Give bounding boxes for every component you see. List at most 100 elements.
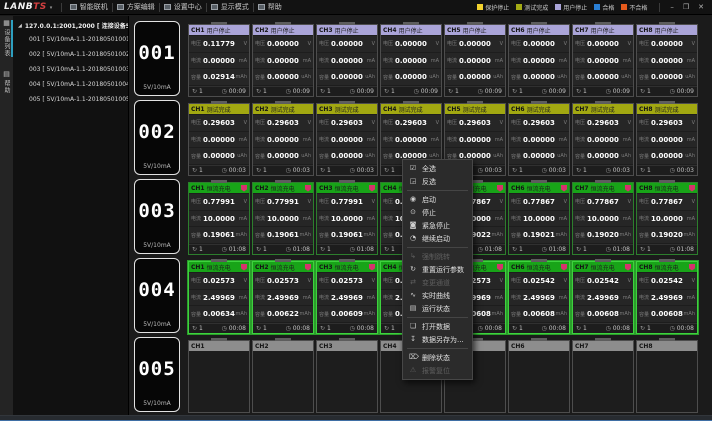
channel-card[interactable]: CH2恒流充电电压0.77991V电流10.0000mA容量0.19061mAh… (252, 182, 314, 255)
device-tile[interactable]: 0055V/10mA (134, 337, 180, 412)
tree-item-device-4[interactable]: 004 [ 5V/10mA-1.1-20180501004 ] (13, 77, 128, 92)
device-tile[interactable]: 0035V/10mA (134, 179, 180, 254)
channel-card[interactable]: CH8测试完成电压0.29603V电流0.00000mA容量0.00000uAh… (636, 103, 698, 176)
voltage-row-unit: V (308, 120, 311, 126)
cycle-icon: ↻ (192, 325, 197, 332)
maximize-button[interactable]: ❒ (683, 4, 689, 11)
tree-root-node[interactable]: ◢ 127.0.0.1:2001,2000 [ 连接设备5 台 ] (13, 19, 128, 32)
channel-readings: 电压0.29603V电流0.00000mA容量0.00000uAh (573, 114, 633, 165)
channel-card[interactable]: CH3 (316, 340, 378, 413)
channel-card[interactable]: CH2测试完成电压0.29603V电流0.00000mA容量0.00000uAh… (252, 103, 314, 176)
clock-icon: ◷ (285, 325, 290, 332)
context-menu-item[interactable]: ☑全选 (403, 162, 472, 175)
channel-card[interactable]: CH6用户停止电压0.00000V电流0.00000mA容量0.00000uAh… (508, 24, 570, 97)
menu-smart-link[interactable]: 智能联机 (66, 0, 112, 15)
capacity-row: 容量0.19020mAh (573, 227, 633, 243)
context-menu-item[interactable]: ◔继续启动 (403, 232, 472, 245)
capacity-row-unit: mAh (364, 232, 375, 238)
voltage-row: 电压0.02573V (189, 273, 249, 289)
context-menu-item[interactable]: ↻重置运行参数 (403, 263, 472, 276)
channel-card[interactable]: CH3恒流充电电压0.02573V电流2.49969mA容量0.00609mAh… (316, 261, 378, 334)
close-button[interactable]: ✕ (698, 4, 704, 11)
channel-header: CH3 (317, 341, 377, 351)
device-tile[interactable]: 0025V/10mA (134, 100, 180, 175)
tree-item-device-3[interactable]: 003 [ 5V/10mA-1.1-20180501003 ] (13, 62, 128, 77)
channel-card[interactable]: CH1恒流充电电压0.77991V电流10.0000mA容量0.19061mAh… (188, 182, 250, 255)
channel-card[interactable]: CH8 (636, 340, 698, 413)
channel-card[interactable]: CH7测试完成电压0.29603V电流0.00000mA容量0.00000uAh… (572, 103, 634, 176)
voltage-row-label: 电压 (639, 277, 649, 284)
channel-header: CH8 (637, 341, 697, 351)
context-menu-item[interactable]: ◉启动 (403, 193, 472, 206)
app-logo[interactable]: LANBTS ▾ (4, 2, 53, 12)
channel-card[interactable]: CH1 (188, 340, 250, 413)
channel-card[interactable]: CH6测试完成电压0.29603V电流0.00000mA容量0.00000uAh… (508, 103, 570, 176)
channel-card[interactable]: CH7恒流充电电压0.77867V电流10.0000mA容量0.19020mAh… (572, 182, 634, 255)
tab-device-list[interactable]: ▦设备列表 (2, 20, 11, 57)
tab-help[interactable]: ▤帮助 (2, 71, 11, 94)
channel-card[interactable]: CH4用户停止电压0.00000V电流0.00000mA容量0.00000uAh… (380, 24, 442, 97)
current-row-label: 电流 (447, 136, 457, 143)
context-menu-item[interactable]: ◙紧急停止 (403, 219, 472, 232)
menu-display-mode[interactable]: 显示模式 (207, 0, 253, 15)
voltage-row-unit: V (628, 278, 631, 284)
elapsed-time: ◷00:03 (605, 167, 630, 174)
capacity-row-unit: mAh (556, 232, 567, 238)
channel-name: CH1 (191, 343, 205, 350)
time-value: 00:09 (421, 88, 438, 95)
current-row: 电流0.00000mA (445, 132, 505, 148)
menu-settings[interactable]: 设置中心 (160, 0, 206, 15)
cycle-count: ↻1 (256, 325, 267, 332)
context-menu-item[interactable]: ▤运行状态 (403, 302, 472, 315)
channel-card[interactable]: CH7恒流充电电压0.02542V电流2.49969mA容量0.00608mAh… (572, 261, 634, 334)
channel-footer: ↻1◷00:09 (573, 86, 633, 96)
menu-bar: 智能联机方案编辑设置中心显示模式帮助 (66, 0, 286, 15)
context-menu-item[interactable]: ⌦删除状态 (403, 351, 472, 364)
menu-plan-edit[interactable]: 方案编辑 (113, 0, 159, 15)
voltage-row-unit: V (436, 120, 439, 126)
channel-footer: ↻1◷00:03 (637, 165, 697, 175)
card-top-nub (659, 180, 675, 183)
channel-card[interactable]: CH6恒流充电电压0.02542V电流2.49969mA容量0.00608mAh… (508, 261, 570, 334)
channel-card[interactable]: CH2 (252, 340, 314, 413)
cycle-value: 1 (391, 325, 395, 332)
channel-card[interactable]: CH2恒流充电电压0.02573V电流2.49969mA容量0.00622mAh… (252, 261, 314, 334)
clock-icon: ◷ (477, 88, 482, 95)
channel-card[interactable]: CH1测试完成电压0.29603V电流0.00000mA容量0.00000uAh… (188, 103, 250, 176)
channel-card[interactable]: CH6 (508, 340, 570, 413)
channel-card[interactable]: CH8恒流充电电压0.77867V电流10.0000mA容量0.19020mAh… (636, 182, 698, 255)
channel-status: 恒流充电 (655, 184, 679, 193)
tree-item-device-5[interactable]: 005 [ 5V/10mA-1.1-20180501005 ] (13, 92, 128, 107)
channel-card[interactable]: CH3用户停止电压0.00000V电流0.00000mA容量0.00000uAh… (316, 24, 378, 97)
tree-item-device-1[interactable]: 001 [ 5V/10mA-1.1-20180501001 ] (13, 32, 128, 47)
context-menu-item[interactable]: ◲反选 (403, 175, 472, 188)
voltage-row: 电压0.29603V (445, 115, 505, 131)
tree-expander-icon[interactable]: ◢ (18, 23, 22, 29)
context-menu-item[interactable]: ❏打开数据 (403, 320, 472, 333)
channel-header: CH3恒流充电 (317, 183, 377, 193)
channel-card[interactable]: CH1用户停止电压0.11779V电流0.00000mA容量0.02914mAh… (188, 24, 250, 97)
minimize-button[interactable]: – (670, 4, 674, 11)
channel-card[interactable]: CH6恒流充电电压0.77867V电流10.0000mA容量0.19021mAh… (508, 182, 570, 255)
channel-card[interactable]: CH7 (572, 340, 634, 413)
channel-card[interactable]: CH3恒流充电电压0.77991V电流10.0000mA容量0.19061mAh… (316, 182, 378, 255)
device-tile[interactable]: 0015V/10mA (134, 21, 180, 96)
menu-help[interactable]: 帮助 (254, 0, 286, 15)
channel-card[interactable]: CH2用户停止电压0.00000V电流0.00000mA容量0.00000uAh… (252, 24, 314, 97)
logo-dropdown-caret[interactable]: ▾ (50, 5, 53, 11)
channel-card[interactable]: CH8用户停止电压0.00000V电流0.00000mA容量0.00000uAh… (636, 24, 698, 97)
channel-card[interactable]: CH7用户停止电压0.00000V电流0.00000mA容量0.00000uAh… (572, 24, 634, 97)
channel-card[interactable]: CH8恒流充电电压0.02542V电流2.49969mA容量0.00608mAh… (636, 261, 698, 334)
channel-card[interactable]: CH5用户停止电压0.00000V电流0.00000mA容量0.00000uAh… (444, 24, 506, 97)
time-value: 00:03 (677, 167, 694, 174)
device-tile[interactable]: 0045V/10mA (134, 258, 180, 333)
time-value: 00:09 (549, 88, 566, 95)
context-menu-item[interactable]: ⊙停止 (403, 206, 472, 219)
context-menu-item[interactable]: ∿实时曲线 (403, 289, 472, 302)
tree-item-device-2[interactable]: 002 [ 5V/10mA-1.1-20180501002 ] (13, 47, 128, 62)
channel-card[interactable]: CH1恒流充电电压0.02573V电流2.49969mA容量0.00634mAh… (188, 261, 250, 334)
capacity-row: 容量0.00000uAh (445, 69, 505, 85)
elapsed-time: ◷00:03 (221, 167, 246, 174)
channel-card[interactable]: CH3测试完成电压0.29603V电流0.00000mA容量0.00000uAh… (316, 103, 378, 176)
context-menu-item[interactable]: ↧数据另存为... (403, 333, 472, 346)
